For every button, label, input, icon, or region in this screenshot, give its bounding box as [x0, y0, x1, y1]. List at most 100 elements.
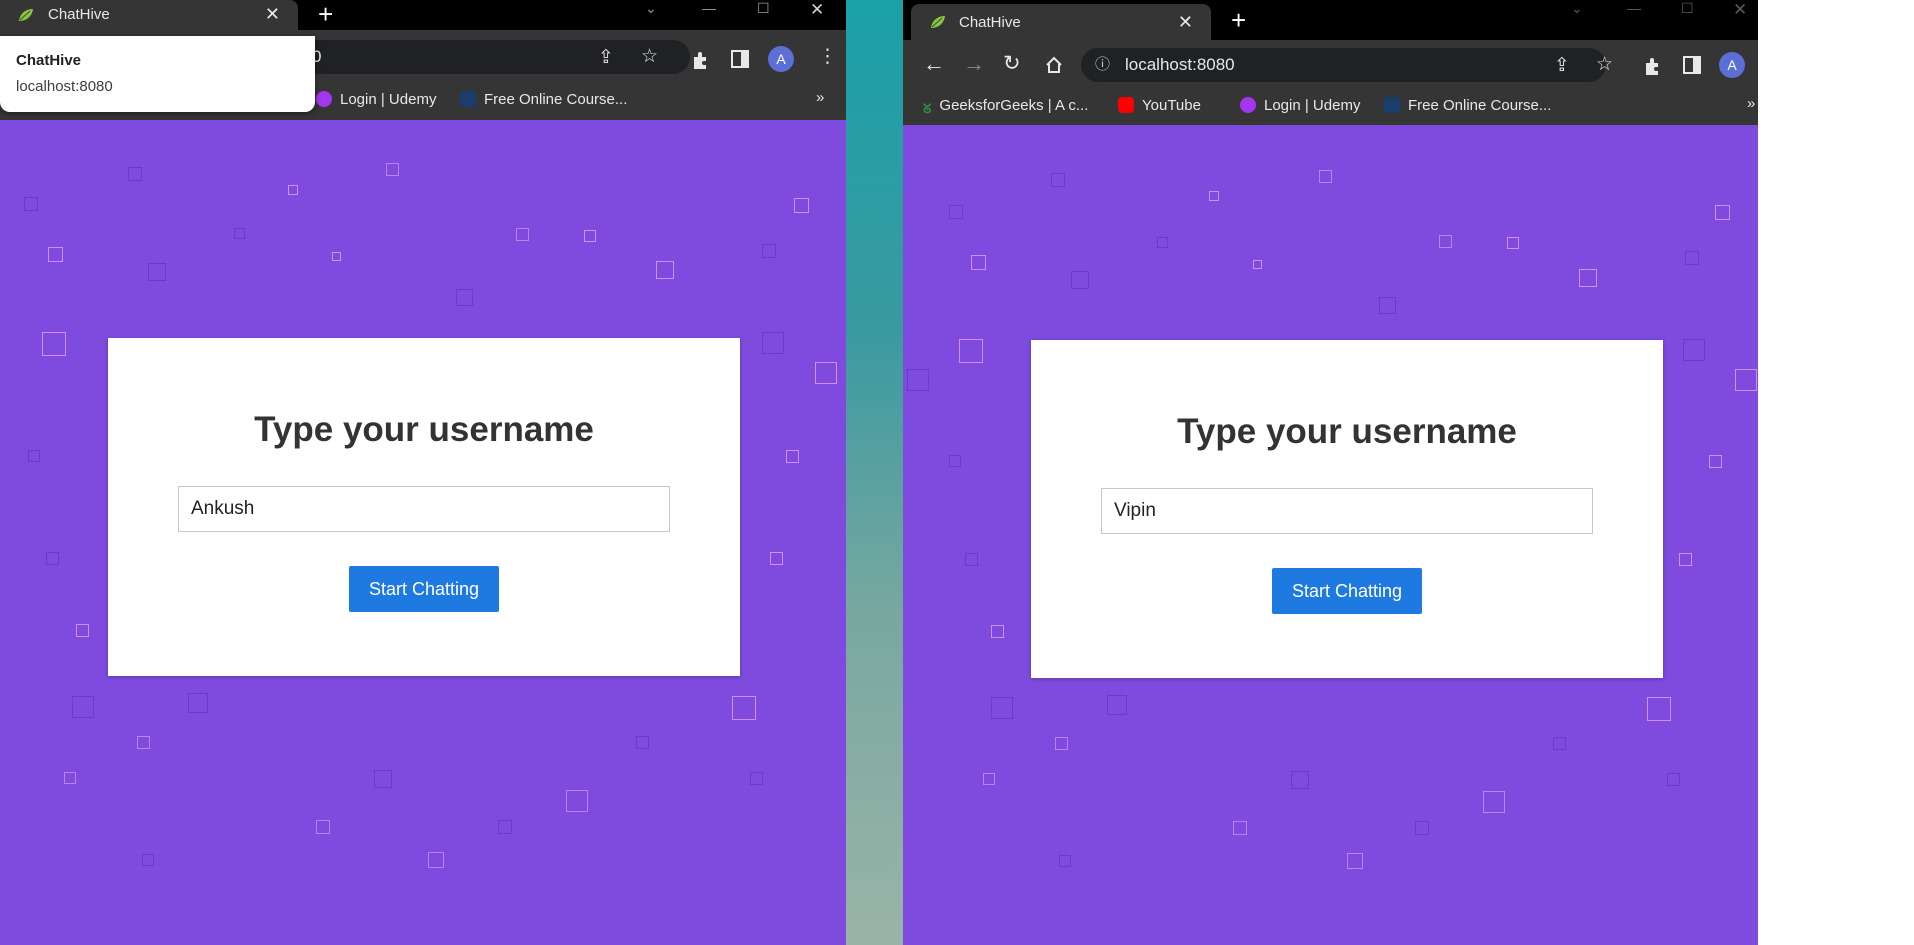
decor-square [1647, 697, 1671, 721]
decor-square [584, 230, 596, 242]
decor-square [1071, 271, 1089, 289]
decor-square [636, 736, 649, 749]
decor-square [786, 450, 799, 463]
translate-icon [460, 91, 476, 107]
spring-leaf-icon [931, 16, 945, 28]
extensions-icon[interactable] [1643, 56, 1663, 76]
decor-square [1715, 205, 1730, 220]
youtube-icon [1118, 97, 1134, 113]
close-window-icon[interactable]: ✕ [1733, 0, 1747, 19]
decor-square [386, 163, 399, 176]
decor-square [128, 167, 142, 181]
decor-square [1319, 170, 1332, 183]
decor-square [949, 455, 961, 467]
profile-avatar[interactable]: A [768, 46, 794, 72]
decor-square [48, 247, 63, 262]
minimize-icon[interactable]: — [702, 0, 716, 16]
bookmark-free-online-course[interactable]: Free Online Course... [1384, 96, 1551, 116]
start-chatting-button[interactable]: Start Chatting [1272, 568, 1422, 614]
decor-square [1553, 737, 1566, 750]
close-tab-icon[interactable]: ✕ [1178, 12, 1193, 33]
username-input[interactable] [1101, 488, 1593, 534]
extensions-icon[interactable] [691, 50, 711, 70]
decor-square [1683, 339, 1705, 361]
decor-square [64, 772, 76, 784]
decor-square [566, 790, 588, 812]
username-input[interactable] [178, 486, 670, 532]
hover-card-url: localhost:8080 [16, 78, 113, 95]
decor-square [76, 624, 89, 637]
decor-square [762, 332, 784, 354]
page-background: Type your username Start Chatting [0, 120, 846, 945]
tab-search-icon[interactable]: ⌄ [1571, 0, 1583, 16]
address-bar[interactable]: ⓘ localhost:8080 [1081, 48, 1606, 82]
decor-square [1685, 251, 1699, 265]
new-tab-button[interactable]: + [1231, 6, 1246, 34]
close-tab-icon[interactable]: ✕ [265, 4, 280, 25]
login-card: Type your username Start Chatting [108, 338, 740, 676]
bookmark-free-online-course[interactable]: Free Online Course... [460, 90, 627, 110]
maximize-icon[interactable]: ☐ [1681, 0, 1694, 16]
tab-strip: ChatHive ✕ + ⌄ — ☐ ✕ [0, 0, 846, 30]
desktop-background [846, 0, 903, 945]
close-window-icon[interactable]: ✕ [810, 0, 824, 19]
side-panel-icon[interactable] [731, 50, 749, 68]
back-icon[interactable]: ← [923, 53, 945, 75]
decor-square [428, 852, 444, 868]
browser-window-left: ChatHive ✕ + ⌄ — ☐ ✕ 0 ⇪ ☆ A ⋮ Login | U… [0, 0, 846, 945]
bookmark-geeksforgeeks[interactable]: ᘜ GeeksforGeeks | A c... [923, 96, 1088, 116]
bookmark-udemy[interactable]: Login | Udemy [316, 90, 436, 110]
decor-square [142, 854, 154, 866]
decor-square [794, 198, 809, 213]
decor-square [46, 552, 59, 565]
decor-square [1233, 821, 1247, 835]
address-bar-url: localhost:8080 [1125, 55, 1235, 74]
decor-square [332, 252, 341, 261]
maximize-icon[interactable]: ☐ [757, 0, 770, 16]
minimize-icon[interactable]: — [1627, 0, 1641, 16]
decor-square [316, 820, 330, 834]
share-icon[interactable]: ⇪ [598, 47, 614, 69]
decor-square [1709, 455, 1722, 468]
decor-square [1051, 173, 1065, 187]
decor-square [1667, 773, 1680, 786]
tab-search-icon[interactable]: ⌄ [645, 0, 657, 16]
decor-square [374, 770, 392, 788]
bookmark-star-icon[interactable]: ☆ [641, 46, 658, 68]
decor-square [1347, 853, 1363, 869]
decor-square [288, 185, 298, 195]
udemy-icon [316, 91, 332, 107]
share-icon[interactable]: ⇪ [1554, 55, 1570, 77]
decor-square [456, 289, 473, 306]
tab-chathive[interactable]: ChatHive ✕ [0, 0, 298, 30]
decor-square [1059, 855, 1071, 867]
bookmark-label: Free Online Course... [484, 91, 628, 108]
tab-chathive[interactable]: ChatHive ✕ [911, 4, 1211, 40]
decor-square [732, 696, 756, 720]
browser-window-right: ChatHive ✕ + ⌄ — ☐ ✕ ← → ↻ ⓘ localhost:8… [903, 0, 1758, 945]
forward-icon[interactable]: → [963, 53, 985, 75]
side-panel-icon[interactable] [1683, 56, 1701, 74]
site-info-icon[interactable]: ⓘ [1095, 48, 1110, 82]
start-chatting-button[interactable]: Start Chatting [349, 566, 499, 612]
bookmark-youtube[interactable]: YouTube [1118, 96, 1201, 116]
bookmarks-overflow-button[interactable]: » [1747, 94, 1755, 114]
tab-title: ChatHive [48, 6, 110, 23]
home-icon[interactable] [1045, 56, 1063, 74]
decor-square [188, 693, 208, 713]
profile-avatar[interactable]: A [1719, 52, 1745, 78]
decor-square [1209, 191, 1219, 201]
decor-square [1055, 737, 1068, 750]
bookmarks-overflow-button[interactable]: » [816, 88, 824, 108]
decor-square [28, 450, 40, 462]
bookmark-udemy[interactable]: Login | Udemy [1240, 96, 1360, 116]
reload-icon[interactable]: ↻ [1003, 53, 1021, 75]
udemy-icon [1240, 97, 1256, 113]
decor-square [770, 552, 783, 565]
tab-strip: ChatHive ✕ + ⌄ — ☐ ✕ [903, 0, 1758, 40]
new-tab-button[interactable]: + [318, 0, 333, 28]
bookmark-label: Login | Udemy [1264, 97, 1361, 114]
bookmark-star-icon[interactable]: ☆ [1596, 54, 1613, 76]
decor-square [1579, 269, 1597, 287]
menu-kebab-icon[interactable]: ⋮ [818, 46, 837, 68]
